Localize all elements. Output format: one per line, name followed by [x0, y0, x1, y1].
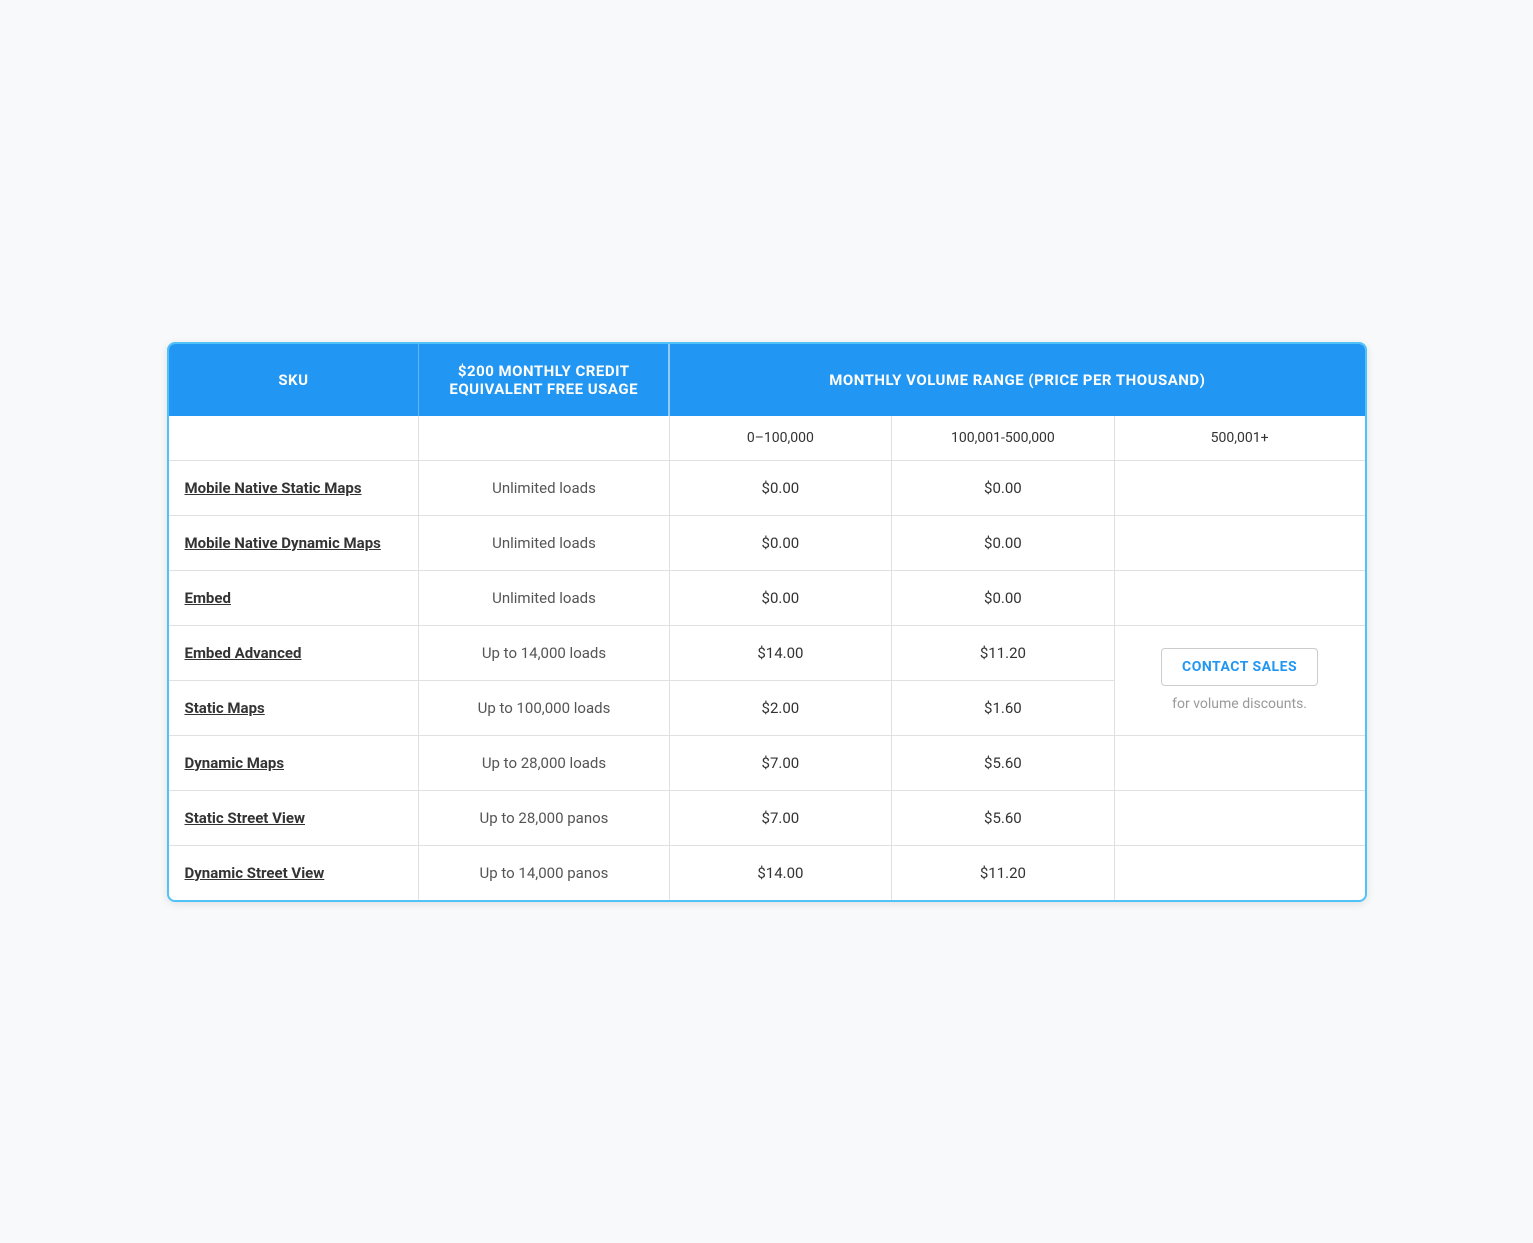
row-sku-cell: Embed Advanced	[169, 625, 419, 680]
subheader-credit-cell	[419, 416, 669, 461]
sku-link-dynamic-street-view[interactable]: Dynamic Street View	[185, 864, 325, 882]
row-free-usage-cell: Unlimited loads	[419, 570, 669, 625]
row-price2-cell: $5.60	[892, 790, 1115, 845]
row-free-usage-cell: Up to 28,000 panos	[419, 790, 669, 845]
row-price1-cell: $7.00	[669, 790, 892, 845]
row-sku-cell: Static Street View	[169, 790, 419, 845]
volume-range-subheader-row: 0–100,000 100,001-500,000 500,001+	[169, 416, 1365, 461]
table-row: Embed Advanced Up to 14,000 loads $14.00…	[169, 625, 1365, 680]
table-row: Mobile Native Dynamic Maps Unlimited loa…	[169, 515, 1365, 570]
sku-link-static-maps[interactable]: Static Maps	[185, 699, 265, 717]
row-price1-cell: $14.00	[669, 625, 892, 680]
row-price2-cell: $1.60	[892, 680, 1115, 735]
row-price1-cell: $0.00	[669, 570, 892, 625]
row-sku-cell: Mobile Native Static Maps	[169, 460, 419, 515]
row-price2-cell: $0.00	[892, 460, 1115, 515]
sku-link-static-street-view[interactable]: Static Street View	[185, 809, 305, 827]
sku-header: SKU	[169, 344, 419, 416]
row-price1-cell: $14.00	[669, 845, 892, 900]
row-price3-cell	[1114, 570, 1364, 625]
row-price1-cell: $7.00	[669, 735, 892, 790]
pricing-table-container: SKU $200 MONTHLY CREDIT EQUIVALENT FREE …	[167, 342, 1367, 902]
sku-link-mobile-native-dynamic-maps[interactable]: Mobile Native Dynamic Maps	[185, 534, 381, 552]
sku-link-embed-advanced[interactable]: Embed Advanced	[185, 644, 302, 662]
row-price3-cell	[1114, 460, 1364, 515]
table-row: Embed Unlimited loads $0.00 $0.00	[169, 570, 1365, 625]
row-price2-cell: $11.20	[892, 845, 1115, 900]
table-row: Dynamic Maps Up to 28,000 loads $7.00 $5…	[169, 735, 1365, 790]
contact-sales-container: CONTACT SALES for volume discounts.	[1131, 648, 1349, 712]
table-row: Mobile Native Static Maps Unlimited load…	[169, 460, 1365, 515]
contact-sales-sublabel: for volume discounts.	[1172, 696, 1307, 712]
range-1-header: 0–100,000	[669, 416, 892, 461]
row-price1-cell: $0.00	[669, 515, 892, 570]
credit-header: $200 MONTHLY CREDIT EQUIVALENT FREE USAG…	[419, 344, 669, 416]
row-free-usage-cell: Unlimited loads	[419, 460, 669, 515]
row-price2-cell: $0.00	[892, 515, 1115, 570]
row-price1-cell: $0.00	[669, 460, 892, 515]
subheader-sku-cell	[169, 416, 419, 461]
sku-link-mobile-native-static-maps[interactable]: Mobile Native Static Maps	[185, 479, 362, 497]
row-free-usage-cell: Unlimited loads	[419, 515, 669, 570]
sku-link-embed[interactable]: Embed	[185, 589, 231, 607]
row-price2-cell: $0.00	[892, 570, 1115, 625]
range-2-header: 100,001-500,000	[892, 416, 1115, 461]
row-sku-cell: Dynamic Maps	[169, 735, 419, 790]
sku-link-dynamic-maps[interactable]: Dynamic Maps	[185, 754, 285, 772]
table-row: Dynamic Street View Up to 14,000 panos $…	[169, 845, 1365, 900]
row-sku-cell: Mobile Native Dynamic Maps	[169, 515, 419, 570]
range-3-header: 500,001+	[1114, 416, 1364, 461]
contact-sales-button[interactable]: CONTACT SALES	[1161, 648, 1318, 686]
row-sku-cell: Static Maps	[169, 680, 419, 735]
row-sku-cell: Embed	[169, 570, 419, 625]
contact-sales-cell: CONTACT SALES for volume discounts.	[1114, 625, 1364, 735]
row-price2-cell: $5.60	[892, 735, 1115, 790]
monthly-range-header: MONTHLY VOLUME RANGE (PRICE PER THOUSAND…	[669, 344, 1364, 416]
row-price3-cell	[1114, 790, 1364, 845]
row-free-usage-cell: Up to 28,000 loads	[419, 735, 669, 790]
row-sku-cell: Dynamic Street View	[169, 845, 419, 900]
row-price3-cell	[1114, 515, 1364, 570]
row-price1-cell: $2.00	[669, 680, 892, 735]
pricing-table: SKU $200 MONTHLY CREDIT EQUIVALENT FREE …	[169, 344, 1365, 900]
row-free-usage-cell: Up to 14,000 panos	[419, 845, 669, 900]
row-price2-cell: $11.20	[892, 625, 1115, 680]
row-price3-cell	[1114, 735, 1364, 790]
row-price3-cell	[1114, 845, 1364, 900]
row-free-usage-cell: Up to 100,000 loads	[419, 680, 669, 735]
row-free-usage-cell: Up to 14,000 loads	[419, 625, 669, 680]
table-row: Static Street View Up to 28,000 panos $7…	[169, 790, 1365, 845]
